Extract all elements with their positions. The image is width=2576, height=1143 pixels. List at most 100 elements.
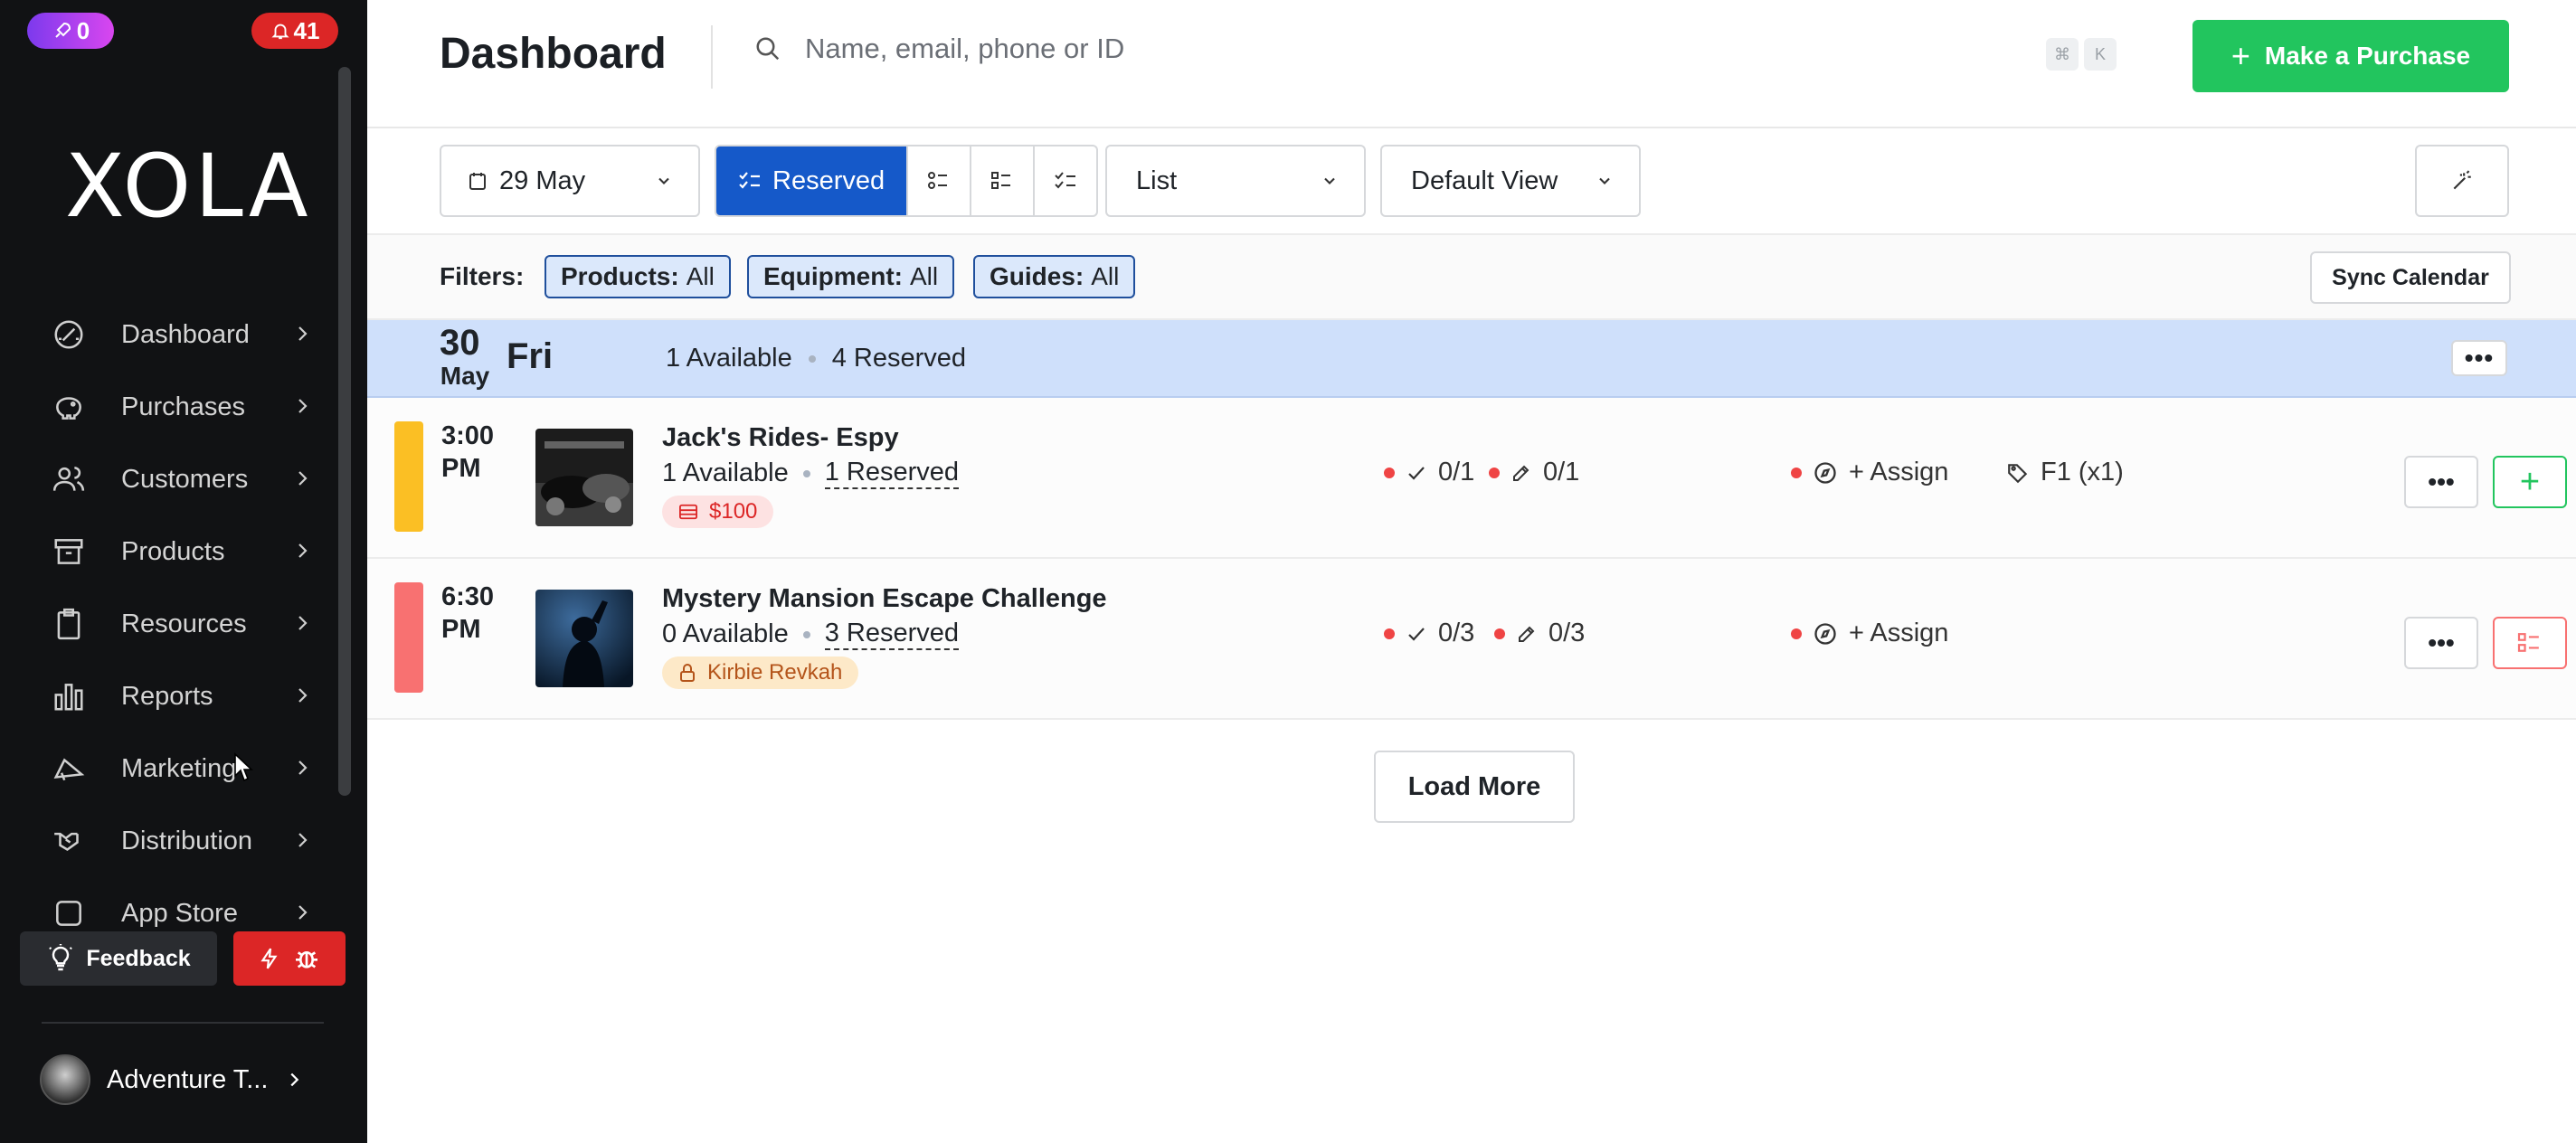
load-more-button[interactable]: Load More — [1374, 751, 1575, 823]
chevron-right-icon — [298, 471, 308, 486]
magic-wand-button[interactable] — [2415, 145, 2509, 217]
view-mode-segmented: Reserved — [715, 145, 1099, 217]
equipment-value: F1 (x1) — [2041, 458, 2124, 486]
equipment-assignment[interactable]: F1 (x1) — [2006, 458, 2124, 487]
list-dashed-icon — [1055, 172, 1076, 189]
lock-icon — [680, 664, 695, 682]
event-more-button[interactable]: ••• — [2404, 617, 2478, 669]
status-dot — [1494, 628, 1505, 639]
status-dot — [1791, 628, 1802, 639]
event-available: 1 Available — [662, 458, 789, 487]
layout-select[interactable]: List — [1105, 145, 1366, 217]
event-reserved-link[interactable]: 1 Reserved — [824, 458, 960, 489]
separator-dot — [802, 630, 810, 638]
date-picker[interactable]: 29 May — [440, 145, 700, 217]
view-toolbar: 29 May Reserved List Default View — [367, 128, 2576, 235]
chevron-down-icon — [1599, 177, 1610, 184]
guide-lock-tag: Kirbie Revkah — [662, 657, 859, 689]
check-icon — [1408, 627, 1425, 641]
chevron-right-icon — [298, 399, 308, 413]
chevron-right-icon — [298, 833, 308, 847]
filters-label: Filters: — [440, 262, 525, 290]
checkin-count: 0/1 — [1438, 458, 1475, 486]
search-input[interactable]: Name, email, phone or ID — [754, 33, 1124, 65]
assign-label: + Assign — [1849, 619, 1949, 647]
filter-chip-equipment[interactable]: Equipment: All — [747, 255, 955, 298]
sidebar-item-resources[interactable]: Resources — [51, 597, 313, 651]
sidebar-item-reports[interactable]: Reports — [51, 669, 313, 723]
waitlist-button[interactable] — [2493, 617, 2567, 669]
lightbulb-icon — [49, 944, 73, 971]
saved-view-select[interactable]: Default View — [1380, 145, 1641, 217]
sidebar-item-label: Products — [121, 536, 225, 566]
sidebar-item-dashboard[interactable]: Dashboard — [51, 307, 313, 362]
sidebar-item-distribution[interactable]: Distribution — [51, 814, 313, 868]
checkin-status[interactable]: 0/3 — [1384, 619, 1474, 648]
make-purchase-button[interactable]: + Make a Purchase — [2192, 20, 2509, 92]
event-more-button[interactable]: ••• — [2404, 456, 2478, 508]
filter-chip-value: All — [1091, 262, 1120, 290]
list-check-icon — [2517, 633, 2539, 652]
check-icon — [1408, 466, 1425, 480]
status-dot — [1791, 467, 1802, 478]
event-name[interactable]: Jack's Rides- Espy — [662, 423, 899, 453]
chevron-right-icon — [290, 1072, 299, 1087]
sidebar-item-label: Resources — [121, 609, 247, 638]
chevron-down-icon — [1324, 177, 1335, 184]
chevron-right-icon — [298, 760, 308, 775]
square-icon — [51, 895, 87, 931]
view-option-2-button[interactable] — [906, 146, 970, 215]
list-outline-icon — [991, 172, 1011, 189]
event-thumbnail[interactable] — [535, 429, 633, 526]
sidebar-item-label: Dashboard — [121, 319, 250, 349]
sidebar-item-label: Customers — [121, 464, 249, 494]
sidebar-item-label: App Store — [121, 898, 238, 928]
xola-logo[interactable]: XOLA — [65, 136, 312, 237]
bell-icon — [270, 24, 289, 40]
add-booking-button[interactable]: + — [2493, 456, 2567, 508]
plus-icon: + — [2230, 37, 2250, 74]
filter-chip-value: All — [686, 262, 715, 290]
view-option-3-button[interactable] — [970, 146, 1033, 215]
event-row[interactable]: 6:30 PM Mystery Mansion Escape Challenge … — [367, 559, 2576, 720]
rocket-icon — [55, 22, 71, 38]
view-reserved-button[interactable]: Reserved — [716, 146, 907, 215]
event-row[interactable]: 3:00 PM Jack's Rides- Espy 1 Available 1 … — [367, 398, 2576, 559]
sidebar-item-label: Purchases — [121, 392, 246, 421]
day-number: 30 — [440, 323, 480, 363]
notifications-badge[interactable]: 41 — [251, 13, 338, 49]
day-month: May — [440, 362, 490, 390]
sync-calendar-button[interactable]: Sync Calendar — [2310, 251, 2511, 304]
notifications-count: 41 — [293, 16, 320, 44]
account-switcher[interactable]: Adventure T... — [40, 1054, 304, 1105]
assign-guide-button[interactable]: + Assign — [1791, 458, 1948, 487]
waiver-count: 0/1 — [1543, 458, 1580, 486]
sidebar-item-purchases[interactable]: Purchases — [51, 380, 313, 434]
sidebar-item-products[interactable]: Products — [51, 524, 313, 579]
filter-chip-products[interactable]: Products: All — [545, 255, 731, 298]
upgrade-badge[interactable]: 0 — [27, 13, 114, 49]
feedback-button[interactable]: Feedback — [20, 931, 217, 986]
waiver-status[interactable]: 0/1 — [1489, 458, 1579, 487]
view-option-4-button[interactable] — [1033, 146, 1096, 215]
checkin-count: 0/3 — [1438, 619, 1475, 647]
waiver-status[interactable]: 0/3 — [1494, 619, 1585, 648]
event-capacity: 1 Available 1 Reserved — [662, 458, 960, 489]
event-name[interactable]: Mystery Mansion Escape Challenge — [662, 584, 1107, 614]
filter-chip-guides[interactable]: Guides: All — [973, 255, 1136, 298]
sidebar-item-marketing[interactable]: Marketing — [51, 742, 313, 796]
filter-chip-key: Equipment: — [763, 262, 903, 290]
event-available: 0 Available — [662, 619, 789, 648]
sidebar-item-customers[interactable]: Customers — [51, 452, 313, 506]
checklist-icon — [739, 172, 760, 189]
assign-guide-button[interactable]: + Assign — [1791, 619, 1948, 648]
list-check-icon — [928, 172, 948, 189]
gauge-icon — [51, 316, 87, 353]
shortcut-key-cmd: ⌘ — [2046, 38, 2079, 71]
checkin-status[interactable]: 0/1 — [1384, 458, 1474, 487]
report-bug-button[interactable] — [233, 931, 346, 986]
sidebar-scrollbar[interactable] — [338, 67, 351, 796]
event-thumbnail[interactable] — [535, 590, 633, 687]
event-reserved-link[interactable]: 3 Reserved — [824, 619, 960, 650]
day-more-button[interactable]: ••• — [2451, 340, 2507, 376]
